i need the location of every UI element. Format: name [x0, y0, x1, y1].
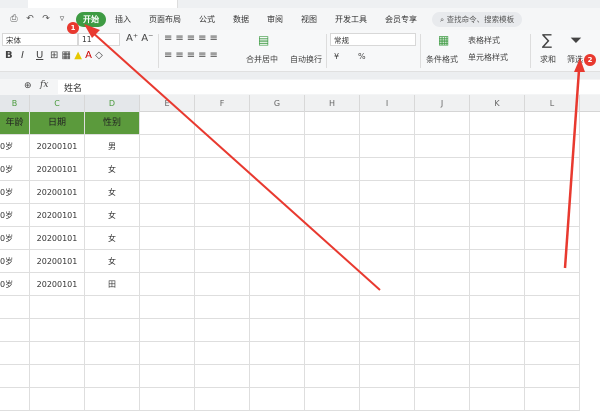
step-badge-1: 1: [67, 22, 79, 34]
arrow-2-line: [563, 69, 581, 269]
step-badge-2: 2: [584, 54, 596, 66]
arrow-1-line: [91, 31, 381, 291]
annotation-arrows: [84, 24, 585, 291]
